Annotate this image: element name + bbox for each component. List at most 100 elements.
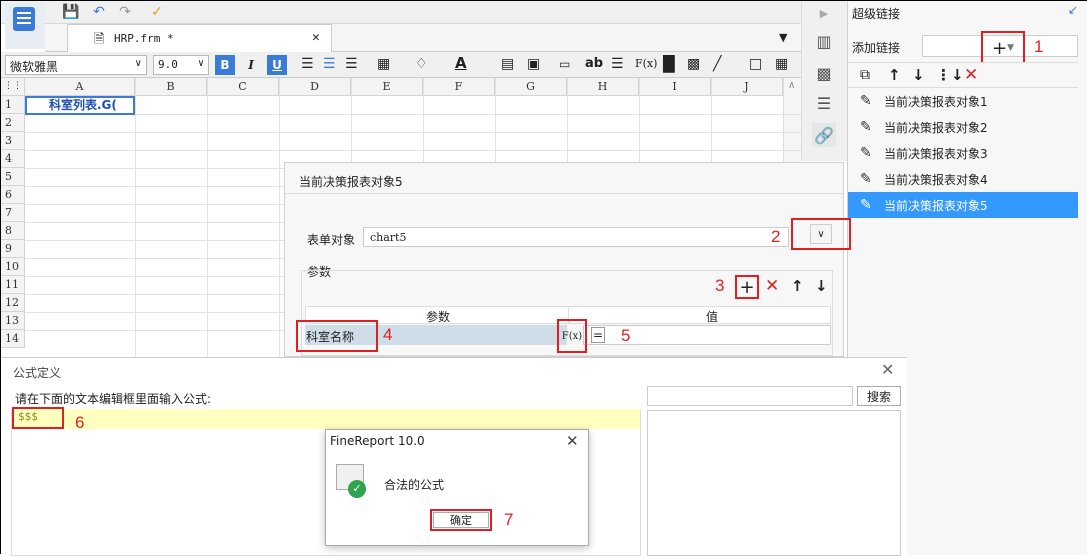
font-family-value: 微软雅黑 [10, 60, 59, 74]
column-header[interactable]: C [207, 78, 279, 96]
copy-icon[interactable]: ⧉ [860, 67, 870, 83]
font-size-select[interactable]: 9.0 ∨ [153, 55, 209, 75]
move-up-icon[interactable]: ↑ [888, 66, 901, 84]
row-header[interactable]: 6 [1, 186, 25, 204]
column-header[interactable]: I [639, 78, 711, 96]
align-left-icon[interactable]: ☰ [301, 56, 314, 72]
formula-icon[interactable]: F(x) [635, 57, 657, 70]
close-icon[interactable]: ✕ [566, 432, 579, 450]
bar-chart-icon[interactable]: █ [663, 55, 675, 73]
formula-text-box[interactable]: $$$ [12, 407, 64, 429]
formula-instruction: 请在下面的文本编辑框里面输入公式: [15, 392, 212, 406]
text-field-icon[interactable]: ▭ [559, 57, 570, 71]
app-logo-icon[interactable] [5, 3, 45, 49]
row-header[interactable]: 1 [1, 96, 25, 114]
row-header[interactable]: 3 [1, 132, 25, 150]
row-header[interactable]: 4 [1, 150, 25, 168]
brush-icon[interactable]: ✓ [149, 4, 165, 20]
fill-color-icon[interactable]: ♢ [415, 56, 428, 72]
column-header[interactable]: A [25, 78, 135, 96]
italic-button[interactable]: I [241, 55, 261, 75]
row-header[interactable]: 5 [1, 168, 25, 186]
param-up-icon[interactable]: ↑ [791, 277, 804, 295]
close-tab-icon[interactable]: ✕ [312, 30, 320, 45]
font-family-select[interactable]: 微软雅黑 ∨ [5, 55, 147, 75]
function-list[interactable] [647, 410, 901, 556]
cell-attribute-icon[interactable]: ▥ [812, 29, 836, 53]
bold-button[interactable]: B [215, 55, 235, 75]
ab-icon[interactable]: ab [585, 56, 603, 71]
select-all-corner[interactable]: ⋮⋮ [1, 78, 25, 96]
subreport-icon[interactable]: □ [749, 56, 762, 72]
link-item[interactable]: ✎ 当前决策报表对象4 [848, 166, 1078, 192]
column-header[interactable]: J [711, 78, 783, 96]
plus-icon: + [991, 37, 1008, 59]
column-header[interactable]: E [351, 78, 423, 96]
row-header[interactable]: 9 [1, 240, 25, 258]
add-param-button[interactable]: + [735, 275, 759, 299]
hyperlink-icon[interactable]: 🔗 [812, 123, 836, 147]
split-icon[interactable]: ▣ [527, 56, 540, 72]
row-header[interactable]: 11 [1, 276, 25, 294]
link-item-selected[interactable]: ✎ 当前决策报表对象5 [848, 192, 1078, 218]
link-item[interactable]: ✎ 当前决策报表对象1 [848, 88, 1078, 114]
tab-hrp-frm[interactable]: 🗎 HRP.frm * ✕ [67, 24, 332, 52]
link-list-toolbar: ⧉ ↑ ↓ ⋮↓ ✕ [848, 62, 1078, 88]
column-header[interactable]: G [495, 78, 567, 96]
row-header[interactable]: 13 [1, 312, 25, 330]
link-item[interactable]: ✎ 当前决策报表对象2 [848, 114, 1078, 140]
merge-icon[interactable]: ▤ [501, 56, 514, 72]
form-object-dropdown-button[interactable]: ∨ [791, 218, 851, 250]
column-header[interactable]: D [279, 78, 351, 96]
border-icon[interactable]: ▦ [377, 56, 390, 72]
pencil-icon: ✎ [860, 93, 872, 109]
row-header[interactable]: 7 [1, 204, 25, 222]
search-button[interactable]: 搜索 [857, 386, 901, 406]
row-header[interactable]: 12 [1, 294, 25, 312]
annotation-3: 3 [715, 276, 725, 295]
font-color-icon[interactable]: A [455, 54, 467, 72]
move-down-icon[interactable]: ↓ [912, 66, 925, 84]
collapse-arrow-icon[interactable]: ▶ [812, 1, 836, 25]
dock-icon[interactable]: ↙ [1068, 3, 1078, 17]
align-center-icon[interactable]: ☰ [323, 56, 336, 72]
row-header[interactable]: 14 [1, 330, 25, 348]
redo-icon[interactable]: ↷ [117, 4, 133, 20]
param-name-box[interactable]: 科室名称 [296, 320, 378, 352]
close-icon[interactable]: ✕ [881, 360, 894, 379]
add-link-button[interactable]: + ▼ [981, 31, 1025, 65]
save-icon[interactable]: 💾 [62, 4, 79, 20]
undo-icon[interactable]: ↶ [91, 4, 107, 20]
row-header[interactable]: 10 [1, 258, 25, 276]
tab-menu-icon[interactable]: ▼ [779, 31, 787, 44]
formula-editor-button[interactable]: F(x) [557, 319, 587, 353]
sort-icon[interactable]: ⋮↓ [936, 66, 964, 84]
cell-element-icon[interactable]: ▩ [812, 61, 836, 85]
row-header[interactable]: 8 [1, 222, 25, 240]
scroll-up-icon[interactable]: ∧ [788, 80, 795, 91]
format-toolbar: 微软雅黑 ∨ 9.0 ∨ B I U ☰ ☰ ☰ ▦ ♢ A ▤ ▣ ▭ ab … [1, 52, 801, 78]
paragraph-icon[interactable]: ☰ [611, 56, 624, 72]
row-header[interactable]: 2 [1, 114, 25, 132]
column-header[interactable]: B [135, 78, 207, 96]
form-object-select[interactable]: chart5 [363, 227, 789, 247]
component-icon[interactable]: ▦ [775, 56, 788, 72]
image-icon[interactable]: ▩ [687, 56, 700, 72]
column-header[interactable]: F [423, 78, 495, 96]
ok-button[interactable]: 确定 [433, 512, 489, 528]
plus-icon: + [739, 276, 755, 298]
param-down-icon[interactable]: ↓ [815, 277, 828, 295]
param-name-value: 科室名称 [306, 330, 355, 344]
pencil-icon: ✎ [860, 171, 872, 187]
delete-icon[interactable]: ✕ [964, 65, 978, 85]
slash-icon[interactable]: ╱ [713, 56, 721, 72]
panel-title: 超级链接 [852, 7, 901, 21]
condition-attribute-icon[interactable]: ☰ [812, 91, 836, 115]
link-item[interactable]: ✎ 当前决策报表对象3 [848, 140, 1078, 166]
cell-a1[interactable]: 科室列表.G( [25, 96, 135, 115]
delete-param-icon[interactable]: ✕ [765, 276, 779, 296]
column-header[interactable]: H [567, 78, 639, 96]
underline-button[interactable]: U [267, 55, 287, 75]
align-right-icon[interactable]: ☰ [345, 56, 358, 72]
formula-search-input[interactable] [647, 386, 853, 406]
